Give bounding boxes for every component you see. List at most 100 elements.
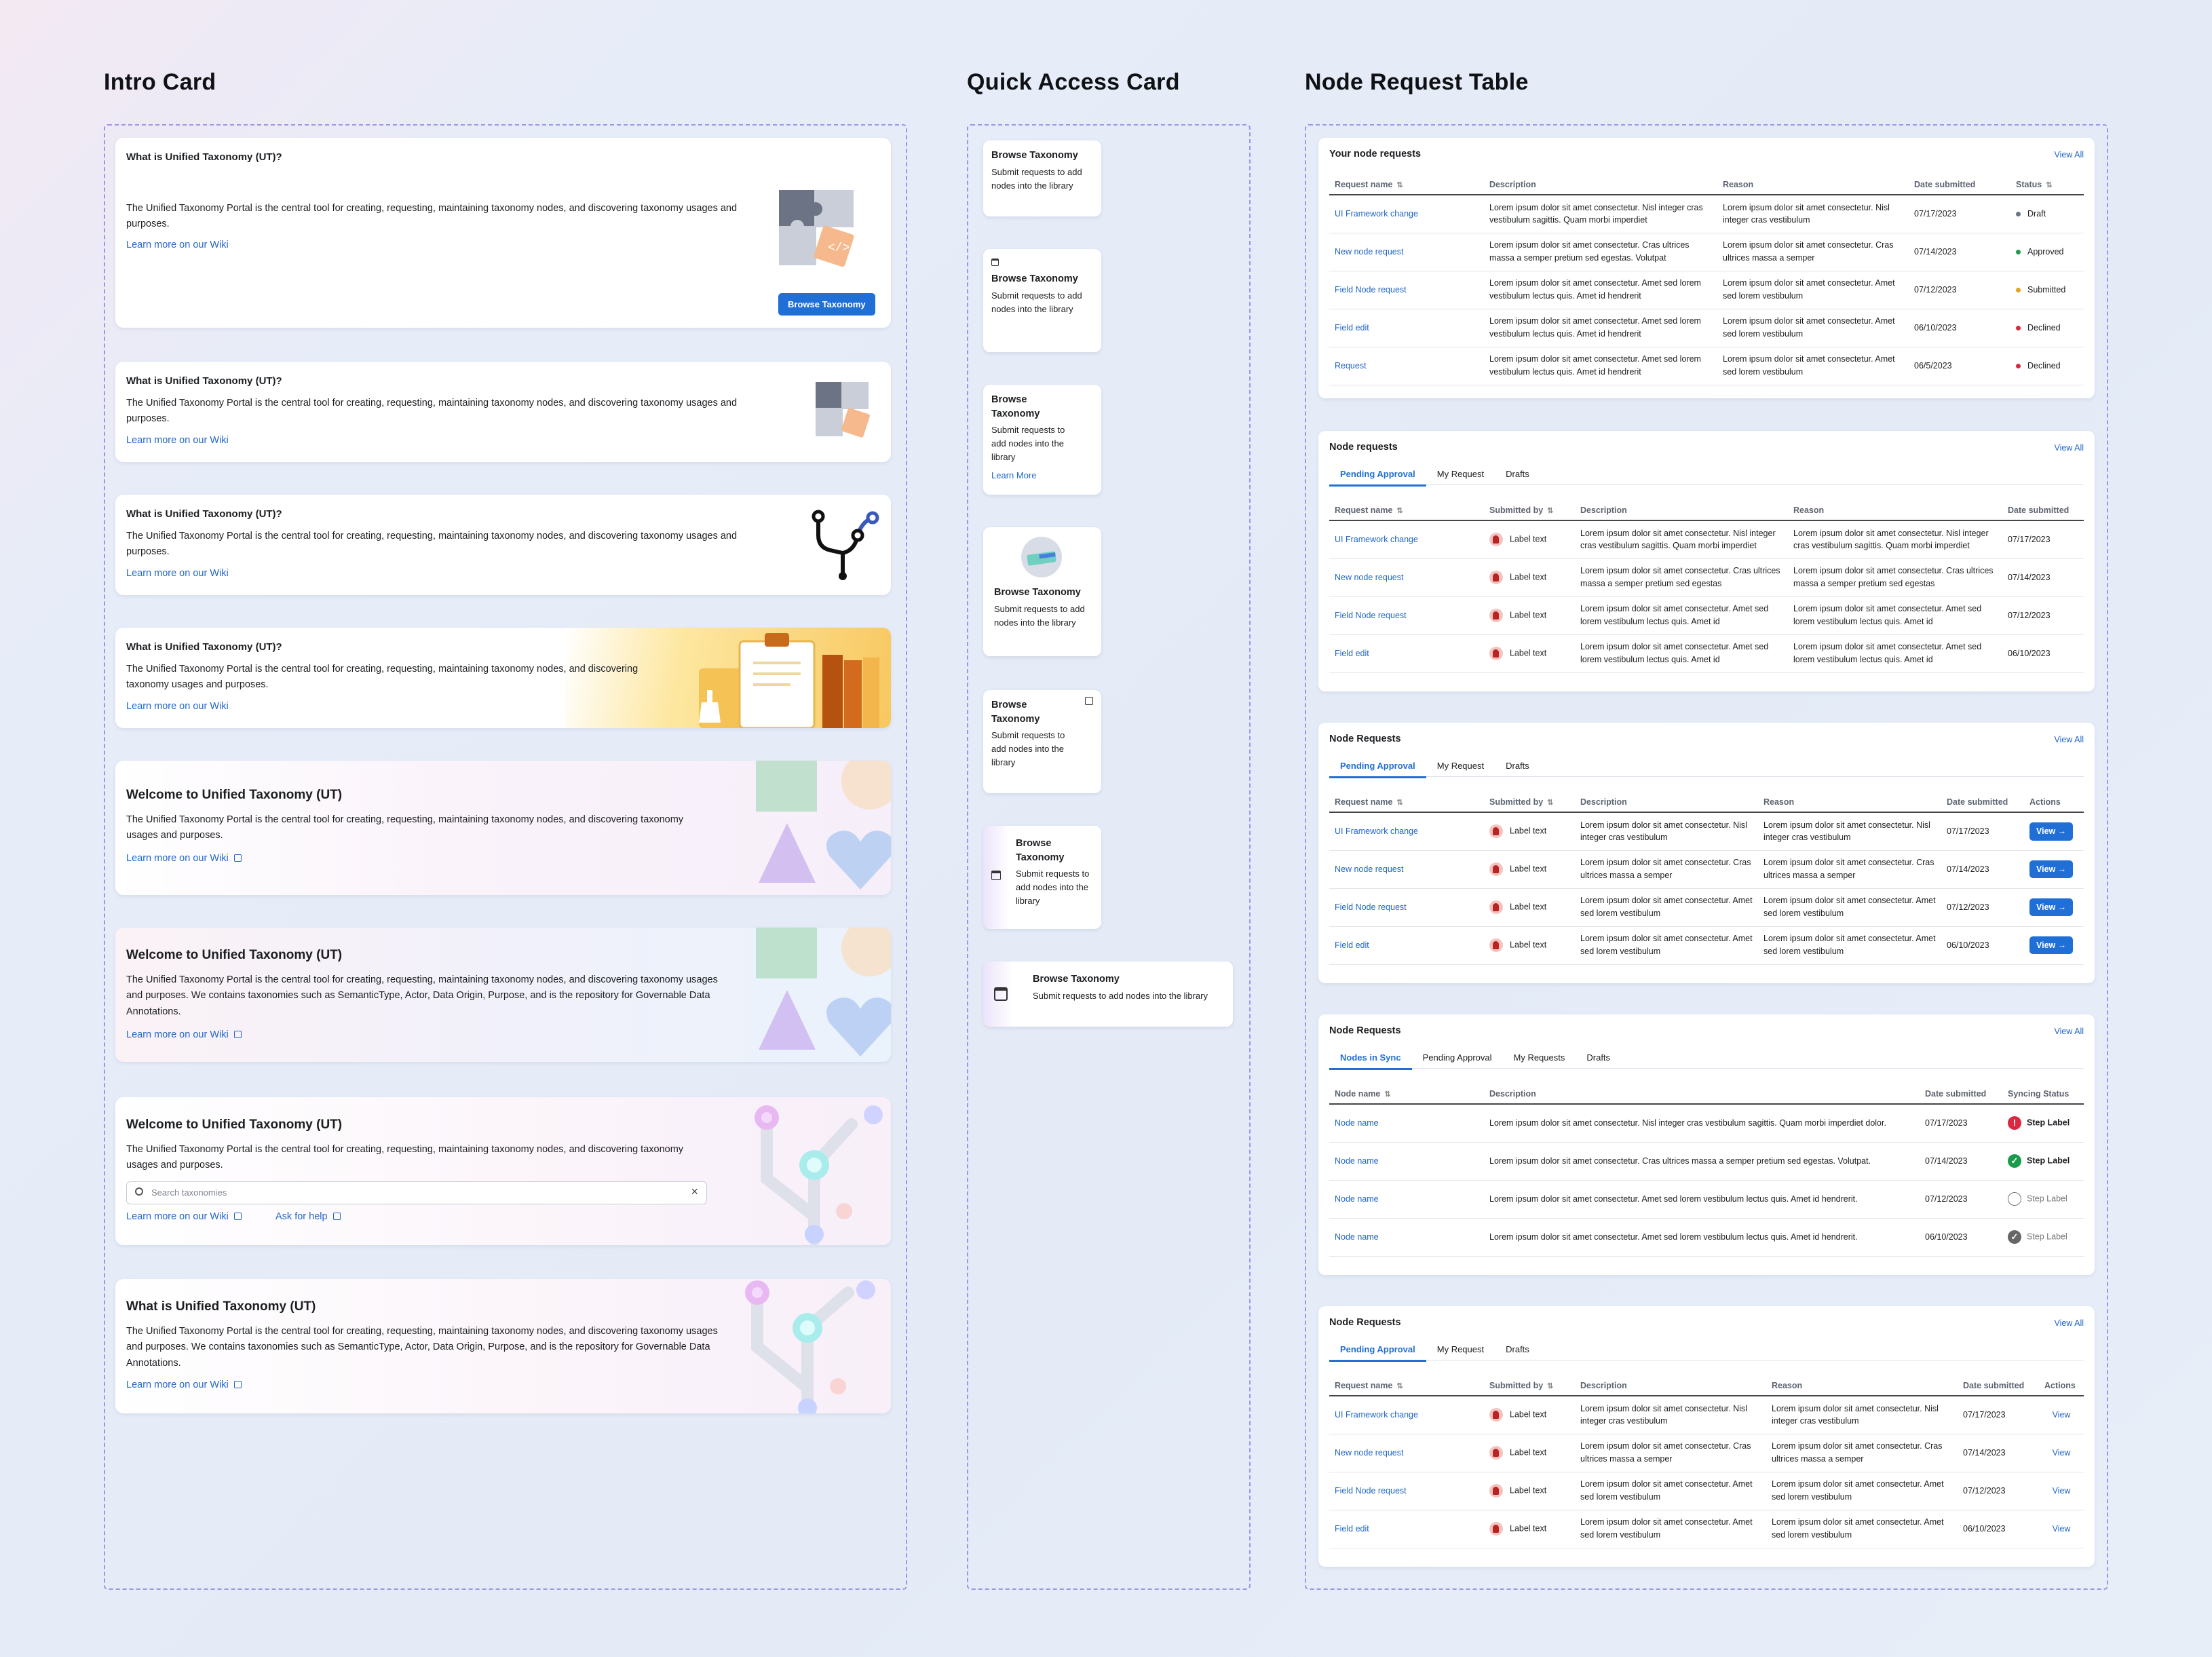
node-name-link[interactable]: Node name	[1329, 1142, 1484, 1181]
tab-my-requests[interactable]: My Requests	[1503, 1048, 1576, 1068]
avatar	[1489, 900, 1503, 914]
tab-pending-approval[interactable]: Pending Approval	[1412, 1048, 1503, 1068]
request-name-link[interactable]: New node request	[1329, 233, 1484, 271]
col-request-name[interactable]: Request name ⇅	[1329, 174, 1484, 195]
quick-card-6[interactable]: Browse Taxonomy Submit requests to add n…	[983, 826, 1101, 929]
node-name-link[interactable]: Node name	[1329, 1218, 1484, 1257]
request-name-link[interactable]: UI Framework change	[1329, 520, 1484, 559]
tab-drafts[interactable]: Drafts	[1495, 757, 1540, 776]
clear-icon[interactable]: ×	[691, 1185, 698, 1199]
description-cell-text: Lorem ipsum dolor sit amet consectetur. …	[1580, 1517, 1753, 1540]
quick-card-2[interactable]: Browse Taxonomy Submit requests to add n…	[983, 249, 1101, 352]
request-name-link[interactable]: Field edit	[1329, 926, 1484, 965]
quick-card-5[interactable]: Browse Taxonomy Submit requests to add n…	[983, 690, 1101, 793]
date-cell-text: 07/14/2023	[1963, 1447, 2006, 1458]
description-cell: Lorem ipsum dolor sit amet consectetur. …	[1575, 926, 1758, 965]
tab-my-request[interactable]: My Request	[1426, 757, 1495, 776]
status-cell: Approved	[2010, 233, 2084, 271]
reason-cell-text: Lorem ipsum dolor sit amet consectetur. …	[1772, 1517, 1944, 1540]
request-name-link[interactable]: New node request	[1329, 850, 1484, 889]
wiki-link[interactable]: Learn more on our Wiki	[126, 240, 229, 250]
description-cell-text: Lorem ipsum dolor sit amet consectetur. …	[1489, 354, 1701, 377]
wiki-link[interactable]: Learn more on our Wiki	[126, 568, 229, 579]
submitted-by-label: Label text	[1510, 572, 1547, 582]
description-cell: Lorem ipsum dolor sit amet consectetur. …	[1575, 888, 1758, 927]
request-name-link[interactable]: Field Node request	[1329, 596, 1484, 635]
card-title: What is Unified Taxonomy (UT)?	[126, 375, 282, 387]
col-request-name[interactable]: Request name ⇅	[1329, 792, 1484, 813]
view-button[interactable]: View →	[2029, 898, 2074, 917]
request-name-link-text: New node request	[1335, 864, 1404, 874]
wiki-link[interactable]: Learn more on our Wiki	[126, 1029, 242, 1040]
tab-my-request[interactable]: My Request	[1426, 1340, 1495, 1360]
date-cell-text: 07/17/2023	[2008, 534, 2051, 544]
view-all-link[interactable]: View All	[2054, 443, 2084, 453]
view-link[interactable]: View	[2053, 1524, 2071, 1534]
table-header: Request name ⇅ Submitted by ⇅ Description …	[1329, 500, 2084, 521]
tab-pending-approval[interactable]: Pending Approval	[1329, 465, 1426, 487]
tab-drafts[interactable]: Drafts	[1495, 465, 1540, 484]
request-name-link[interactable]: UI Framework change	[1329, 195, 1484, 233]
avatar	[1489, 1522, 1503, 1536]
request-name-link[interactable]: New node request	[1329, 1434, 1484, 1472]
view-link[interactable]: View	[2053, 1486, 2071, 1496]
col-node-name[interactable]: Node name ⇅	[1329, 1084, 1484, 1105]
tab-nodes-in-sync[interactable]: Nodes in Sync	[1329, 1048, 1412, 1070]
request-name-link[interactable]: Request	[1329, 347, 1484, 385]
node-name-link[interactable]: Node name	[1329, 1104, 1484, 1143]
browse-taxonomy-button[interactable]: Browse Taxonomy	[778, 293, 875, 316]
request-name-link[interactable]: Field edit	[1329, 634, 1484, 673]
view-link[interactable]: View	[2053, 1410, 2071, 1420]
learn-more-link[interactable]: Learn More	[991, 470, 1073, 480]
col-reason: Reason	[1766, 1375, 1958, 1396]
col-submitted-by[interactable]: Submitted by ⇅	[1484, 792, 1575, 813]
wiki-link[interactable]: Learn more on our Wiki	[126, 1211, 242, 1222]
request-name-link[interactable]: Field Node request	[1329, 888, 1484, 927]
submitted-by-cell: Label text	[1484, 1472, 1575, 1510]
request-name-link[interactable]: Field edit	[1329, 1510, 1484, 1548]
col-submitted-by[interactable]: Submitted by ⇅	[1484, 1375, 1575, 1396]
col-request-name[interactable]: Request name ⇅	[1329, 500, 1484, 521]
view-all-link[interactable]: View All	[2054, 735, 2084, 744]
tab-pending-approval[interactable]: Pending Approval	[1329, 1340, 1426, 1362]
view-all-link[interactable]: View All	[2054, 1318, 2084, 1328]
quick-card-1[interactable]: Browse Taxonomy Submit requests to add n…	[983, 140, 1101, 216]
request-name-link[interactable]: Field edit	[1329, 309, 1484, 347]
status-cell: Declined	[2010, 347, 2084, 385]
tab-my-request[interactable]: My Request	[1426, 465, 1495, 484]
tab-drafts[interactable]: Drafts	[1495, 1340, 1540, 1360]
quick-card-3[interactable]: Browse Taxonomy Submit requests to add n…	[983, 385, 1101, 495]
reason-cell-text: Lorem ipsum dolor sit amet consectetur. …	[1793, 604, 1982, 626]
view-link[interactable]: View	[2053, 1448, 2071, 1458]
request-name-link[interactable]: UI Framework change	[1329, 812, 1484, 851]
ask-for-help-link[interactable]: Ask for help	[275, 1211, 341, 1222]
request-name-link-text: Request	[1335, 360, 1367, 370]
view-button[interactable]: View →	[2029, 936, 2074, 955]
view-button[interactable]: View →	[2029, 822, 2074, 841]
col-submitted-by[interactable]: Submitted by ⇅	[1484, 500, 1575, 521]
wiki-link[interactable]: Learn more on our Wiki	[126, 1379, 242, 1390]
request-name-link[interactable]: UI Framework change	[1329, 1396, 1484, 1434]
search-input[interactable]: Search taxonomies ×	[126, 1181, 707, 1204]
quick-card-4[interactable]: Browse Taxonomy Submit requests to add n…	[983, 527, 1101, 656]
request-name-link[interactable]: Field Node request	[1329, 271, 1484, 309]
table-row: UI Framework change Label text Lorem ipsum…	[1329, 812, 2084, 851]
request-name-link[interactable]: Field Node request	[1329, 1472, 1484, 1510]
wiki-link[interactable]: Learn more on our Wiki	[126, 701, 229, 712]
wiki-link[interactable]: Learn more on our Wiki	[126, 435, 229, 446]
col-status[interactable]: Status ⇅	[2010, 174, 2084, 195]
col-request-name[interactable]: Request name ⇅	[1329, 1375, 1484, 1396]
node-name-link[interactable]: Node name	[1329, 1180, 1484, 1219]
card-title: Node Requests	[1329, 1025, 1401, 1036]
ticket-illustration	[1021, 537, 1062, 577]
view-button[interactable]: View →	[2029, 860, 2074, 879]
request-name-link-text: Field Node request	[1335, 610, 1407, 620]
puzzle-illustration	[816, 382, 870, 438]
tab-pending-approval[interactable]: Pending Approval	[1329, 757, 1426, 778]
quick-card-7[interactable]: Browse Taxonomy Submit requests to add n…	[983, 961, 1233, 1027]
view-all-link[interactable]: View All	[2054, 150, 2084, 159]
wiki-link[interactable]: Learn more on our Wiki	[126, 853, 242, 864]
tab-drafts[interactable]: Drafts	[1576, 1048, 1621, 1068]
view-all-link[interactable]: View All	[2054, 1027, 2084, 1036]
request-name-link[interactable]: New node request	[1329, 558, 1484, 597]
